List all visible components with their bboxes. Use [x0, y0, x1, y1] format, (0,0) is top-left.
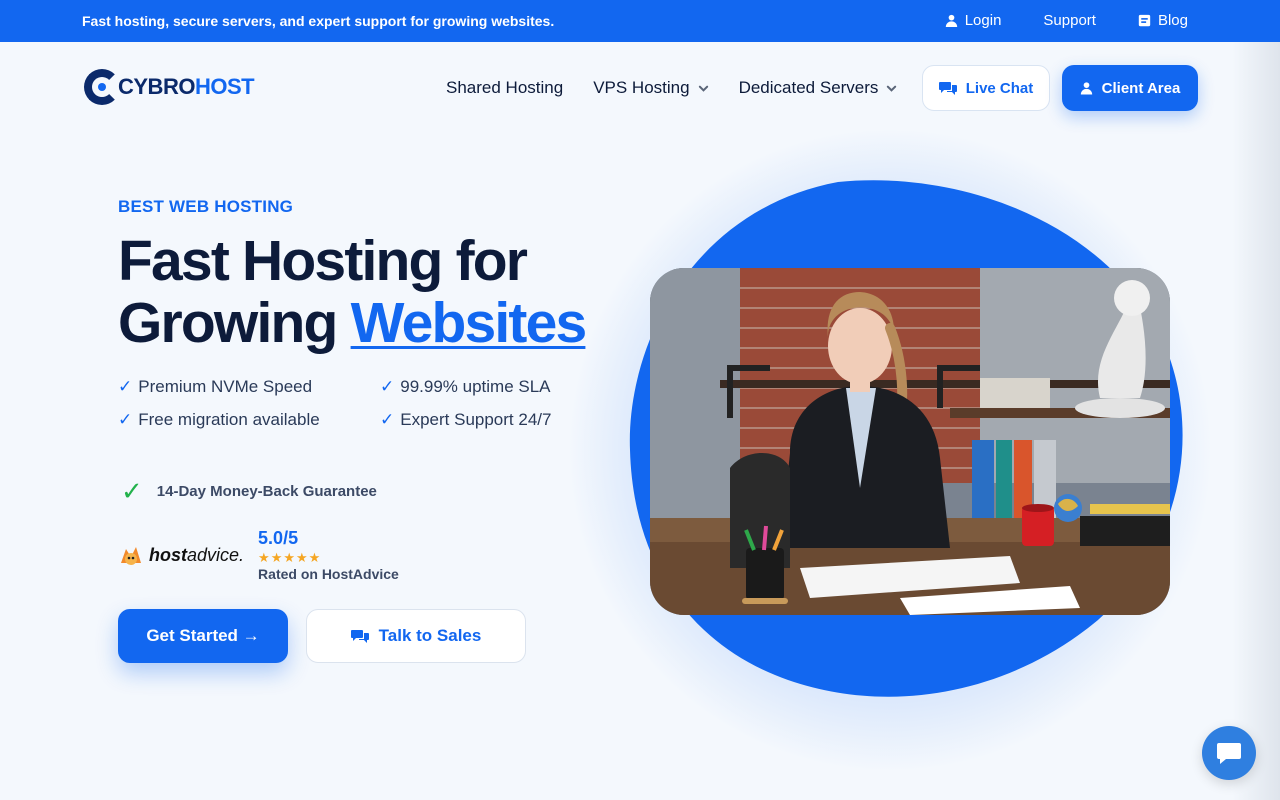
- hero-title: Fast Hosting for Growing Websites: [118, 229, 588, 355]
- hero-title-highlight: Websites: [350, 291, 588, 355]
- chat-bubbles-icon: [938, 82, 957, 95]
- feature-item: ✓ 99.99% uptime SLA: [380, 377, 580, 397]
- nav-shared-hosting-label: Shared Hosting: [446, 78, 564, 97]
- hostadvice-rating: hostadvice. 5.0/5 ★★★★★ Rated on HostAdv…: [118, 528, 399, 582]
- nav-vps-hosting[interactable]: VPS Hosting: [593, 78, 708, 98]
- support-link[interactable]: Support: [1043, 12, 1096, 29]
- nav-shared-hosting[interactable]: Shared Hosting: [446, 78, 563, 98]
- chevron-down-icon: [887, 85, 897, 92]
- client-area-button[interactable]: Client Area: [1062, 65, 1198, 111]
- right-edge-shade: [1232, 42, 1280, 800]
- logo-mark: [84, 69, 120, 105]
- feature-label: Free migration available: [138, 410, 320, 429]
- hero-title-line-2: Growing Websites: [118, 291, 588, 355]
- feature-item: ✓ Premium NVMe Speed: [118, 377, 380, 397]
- main-nav: Shared Hosting VPS Hosting Dedicated Ser…: [446, 78, 897, 98]
- top-announcement-bar: Fast hosting, secure servers, and expert…: [0, 0, 1280, 42]
- user-icon: [945, 14, 957, 27]
- nav-dedicated-servers-label: Dedicated Servers: [738, 78, 879, 97]
- nav-dedicated-servers[interactable]: Dedicated Servers: [739, 78, 898, 98]
- hostadvice-wordmark: hostadvice.: [149, 544, 245, 565]
- check-icon: ✓: [121, 476, 143, 506]
- topbar-links: Login Support Blog: [945, 12, 1188, 29]
- check-icon: ✓: [118, 410, 133, 429]
- rating-score: 5.0/5: [258, 528, 299, 548]
- logo-text: CYBROHOST: [118, 74, 255, 99]
- rating-score-block: 5.0/5 ★★★★★ Rated on HostAdvice: [258, 528, 399, 582]
- get-started-button[interactable]: Get Started →: [118, 609, 288, 663]
- chat-widget-icon: [1217, 743, 1241, 764]
- client-area-label: Client Area: [1101, 79, 1181, 97]
- user-icon: [1080, 82, 1092, 95]
- chat-widget-button[interactable]: [1202, 726, 1256, 780]
- feature-label: Premium NVMe Speed: [138, 377, 313, 396]
- hero-title-growing: Growing: [118, 291, 338, 355]
- blog-link[interactable]: Blog: [1138, 12, 1188, 29]
- feature-label: 99.99% uptime SLA: [400, 377, 551, 396]
- hostadvice-logo: hostadvice.: [118, 543, 244, 567]
- check-icon: ✓: [380, 410, 395, 429]
- feature-item: ✓ Free migration available: [118, 410, 380, 430]
- money-back-guarantee: ✓ 14-Day Money-Back Guarantee: [121, 476, 377, 507]
- check-icon: ✓: [380, 377, 395, 396]
- login-link[interactable]: Login: [945, 12, 1002, 29]
- site-header: CYBROHOST Shared Hosting VPS Hosting Ded…: [0, 42, 1280, 134]
- talk-to-sales-button[interactable]: Talk to Sales: [306, 609, 526, 663]
- feature-label: Expert Support 24/7: [400, 410, 552, 429]
- live-chat-label: Live Chat: [965, 79, 1034, 97]
- hero-eyebrow: BEST WEB HOSTING: [118, 197, 294, 216]
- star-rating: ★★★★★: [258, 550, 322, 565]
- guarantee-label: 14-Day Money-Back Guarantee: [156, 483, 377, 500]
- hero-title-line-1: Fast Hosting for: [118, 229, 528, 293]
- hero-photo: [650, 268, 1170, 615]
- blog-label: Blog: [1157, 12, 1188, 29]
- chevron-down-icon: [698, 85, 708, 92]
- blog-icon: [1138, 14, 1151, 27]
- nav-vps-hosting-label: VPS Hosting: [593, 78, 690, 97]
- chat-bubbles-icon: [350, 630, 369, 643]
- login-label: Login: [964, 12, 1002, 29]
- rating-caption: Rated on HostAdvice: [258, 566, 399, 582]
- support-label: Support: [1043, 12, 1096, 29]
- check-icon: ✓: [118, 377, 133, 396]
- talk-to-sales-label: Talk to Sales: [378, 626, 482, 645]
- feature-list: ✓ Premium NVMe Speed ✓ 99.99% uptime SLA ✓…: [118, 377, 588, 430]
- live-chat-button[interactable]: Live Chat: [922, 65, 1050, 111]
- feature-item: ✓ Expert Support 24/7: [380, 410, 580, 430]
- hostadvice-mascot-icon: [121, 547, 141, 565]
- site-logo[interactable]: CYBROHOST: [84, 69, 255, 105]
- topbar-tagline: Fast hosting, secure servers, and expert…: [82, 13, 555, 29]
